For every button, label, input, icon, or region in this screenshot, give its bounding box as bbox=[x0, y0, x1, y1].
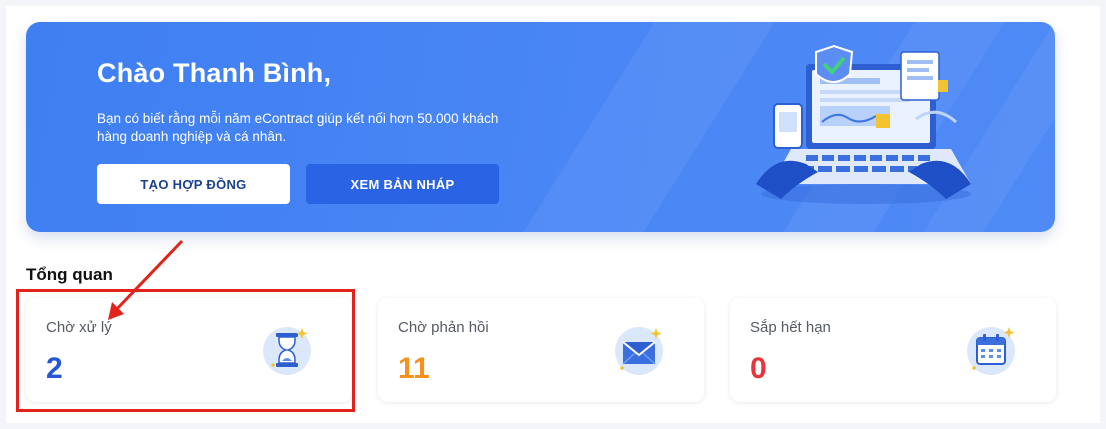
welcome-banner: Chào Thanh Bình, Bạn có biết rằng mỗi nă… bbox=[26, 22, 1055, 232]
awaiting-response-card[interactable]: Chờ phản hồi 11 bbox=[378, 298, 704, 402]
laptop-illustration-icon bbox=[756, 44, 971, 204]
view-drafts-button[interactable]: XEM BẢN NHÁP bbox=[306, 164, 499, 204]
red-arrow-icon bbox=[108, 239, 184, 320]
card-count: 11 bbox=[398, 352, 430, 385]
expiring-soon-card[interactable]: Sắp hết hạn 0 bbox=[730, 298, 1056, 402]
card-label: Chờ phản hồi bbox=[398, 319, 489, 336]
card-label: Sắp hết hạn bbox=[750, 319, 831, 336]
greeting-title: Chào Thanh Bình, bbox=[97, 58, 332, 88]
create-contract-button[interactable]: TẠO HỢP ĐỒNG bbox=[97, 164, 290, 204]
calendar-icon bbox=[967, 327, 1015, 375]
envelope-icon bbox=[615, 327, 663, 375]
banner-description: Bạn có biết rằng mỗi năm eContract giúp … bbox=[97, 111, 499, 144]
card-count: 0 bbox=[750, 352, 767, 385]
